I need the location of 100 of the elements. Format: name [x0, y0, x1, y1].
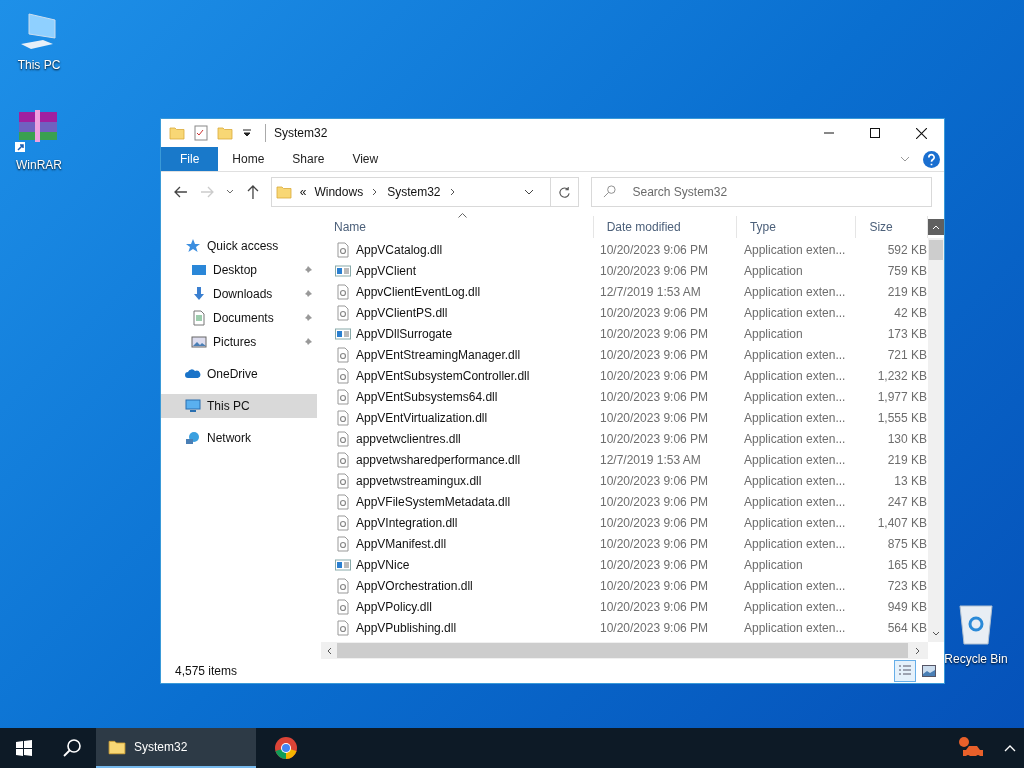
file-name[interactable]: AppVManifest.dll	[356, 534, 447, 553]
chrome-logo-icon	[274, 736, 298, 760]
desktop-icon-label[interactable]: This PC	[17, 56, 61, 74]
table-cell-text: Application exten...	[743, 577, 847, 595]
nav-item[interactable]: Network	[161, 426, 317, 450]
table-cell-text: 10/20/2023 9:06 PM	[599, 388, 710, 406]
file-name[interactable]: appvetwstreamingux.dll	[356, 471, 482, 490]
nav-item[interactable]: Documents	[161, 306, 317, 330]
file-name[interactable]: appvetwsharedperformance.dll	[356, 450, 521, 469]
file-name[interactable]: AppVNice	[356, 555, 410, 574]
table-cell-text: Application	[743, 262, 804, 280]
table-cell-text: 564 KB	[886, 619, 927, 637]
scroll-thumb[interactable]	[929, 240, 943, 260]
ribbon-tab[interactable]: View	[338, 147, 393, 171]
table-cell-text: 173 KB	[886, 325, 927, 343]
table-cell-text: 10/20/2023 9:06 PM	[599, 556, 710, 574]
table-cell-text: Application	[743, 325, 804, 343]
horizontal-scrollbar[interactable]	[321, 642, 928, 659]
nav-item[interactable]: Pictures	[161, 330, 317, 354]
breadcrumb[interactable]: Windows	[314, 183, 364, 201]
chevron-up-icon[interactable]	[1004, 744, 1016, 752]
table-cell-text: 12/7/2019 1:53 AM	[599, 283, 702, 301]
file-name[interactable]: AppVEntSubsystemController.dll	[356, 366, 530, 385]
table-cell-text: 723 KB	[886, 577, 927, 595]
folder-icon	[169, 125, 185, 141]
image-icon	[922, 665, 936, 677]
address-bar[interactable]: « Windows System32	[270, 177, 580, 207]
window-title: System32	[265, 124, 328, 142]
ribbon-tab[interactable]: Home	[218, 147, 279, 171]
table-cell-text: 10/20/2023 9:06 PM	[599, 325, 710, 343]
chevron-right-icon[interactable]	[448, 188, 457, 196]
scroll-up-icon[interactable]	[932, 223, 941, 231]
folder-icon	[217, 125, 233, 141]
nav-item[interactable]: Desktop	[161, 258, 317, 282]
table-cell-text: 1,977 KB	[876, 388, 927, 406]
dropdown-chevron-icon[interactable]	[524, 187, 535, 197]
folder-icon	[108, 738, 126, 756]
scroll-down-icon[interactable]	[932, 630, 940, 638]
breadcrumb[interactable]: System32	[387, 183, 441, 201]
details-list-icon	[898, 664, 912, 678]
column-header[interactable]: Type	[736, 216, 857, 238]
file-name[interactable]: AppVEntVirtualization.dll	[356, 408, 488, 427]
table-cell-text: Application	[743, 556, 804, 574]
file-name[interactable]: AppVEntSubsystems64.dll	[356, 387, 498, 406]
table-cell-text: 247 KB	[886, 493, 927, 511]
desktop-icon-label[interactable]: Recycle Bin	[944, 650, 1008, 668]
dropdown-caret-icon[interactable]	[241, 127, 253, 139]
table-cell-text: Application exten...	[743, 409, 847, 427]
refresh-icon	[558, 185, 572, 199]
help-icon[interactable]	[923, 150, 940, 168]
file-name[interactable]: AppvClientEventLog.dll	[356, 282, 481, 301]
file-name[interactable]: AppVIntegration.dll	[356, 513, 458, 532]
application-window-icon	[335, 556, 351, 573]
file-name[interactable]: appvetwclientres.dll	[356, 429, 461, 448]
file-name[interactable]: AppVDllSurrogate	[356, 324, 453, 343]
table-cell-text: 10/20/2023 9:06 PM	[599, 514, 710, 532]
table-cell-text: Application exten...	[743, 619, 847, 637]
file-name[interactable]: AppVPolicy.dll	[356, 597, 432, 616]
picture-icon	[191, 334, 207, 350]
vertical-scrollbar[interactable]	[928, 238, 944, 642]
column-header[interactable]: Date modified	[593, 216, 737, 238]
back-arrow-icon[interactable]	[173, 184, 189, 200]
nav-item[interactable]: OneDrive	[161, 362, 317, 386]
overflow-chevron[interactable]: «	[299, 183, 307, 201]
file-name[interactable]: AppVFileSystemMetadata.dll	[356, 492, 511, 511]
application-window-icon	[335, 262, 351, 279]
download-arrow-icon	[191, 286, 207, 302]
table-cell-text: Application exten...	[743, 241, 847, 259]
maximize-icon	[870, 128, 880, 138]
nav-item[interactable]: Downloads	[161, 282, 317, 306]
table-cell-text: Application exten...	[743, 346, 847, 364]
file-name[interactable]: AppVEntStreamingManager.dll	[356, 345, 521, 364]
nav-item[interactable]: Quick access	[161, 234, 317, 258]
scroll-right-icon[interactable]	[914, 646, 922, 655]
table-cell-text: Application exten...	[743, 535, 847, 553]
table-cell-text: 219 KB	[886, 451, 927, 469]
table-cell-text: 219 KB	[886, 283, 927, 301]
table-cell-text: 10/20/2023 9:06 PM	[599, 241, 710, 259]
file-name[interactable]: AppVClientPS.dll	[356, 303, 448, 322]
table-cell-text: 130 KB	[886, 430, 927, 448]
column-header[interactable]: Name	[321, 216, 594, 238]
computer-icon	[185, 398, 201, 414]
table-cell-text: Application exten...	[743, 472, 847, 490]
file-name[interactable]: AppVPublishing.dll	[356, 618, 457, 637]
ribbon-tab[interactable]: File	[161, 147, 219, 171]
taskbar-button[interactable]: System32	[96, 728, 256, 768]
checklist-icon[interactable]	[193, 125, 209, 141]
table-cell-text: 949 KB	[886, 598, 927, 616]
search-field[interactable]: Search System32	[591, 177, 932, 207]
file-name[interactable]: AppVOrchestration.dll	[356, 576, 473, 595]
ribbon-tab[interactable]: Share	[278, 147, 339, 171]
scroll-left-icon[interactable]	[325, 646, 333, 655]
table-cell-text: 592 KB	[886, 241, 927, 259]
file-name[interactable]: AppVClient	[356, 261, 417, 280]
table-cell-text: Application exten...	[743, 283, 847, 301]
file-name[interactable]: AppVCatalog.dll	[356, 240, 443, 259]
table-cell-text: 1,232 KB	[876, 367, 927, 385]
desktop-icon-label[interactable]: WinRAR	[16, 156, 62, 174]
nav-item[interactable]: This PC	[161, 394, 317, 418]
table-cell-text: 10/20/2023 9:06 PM	[599, 262, 710, 280]
